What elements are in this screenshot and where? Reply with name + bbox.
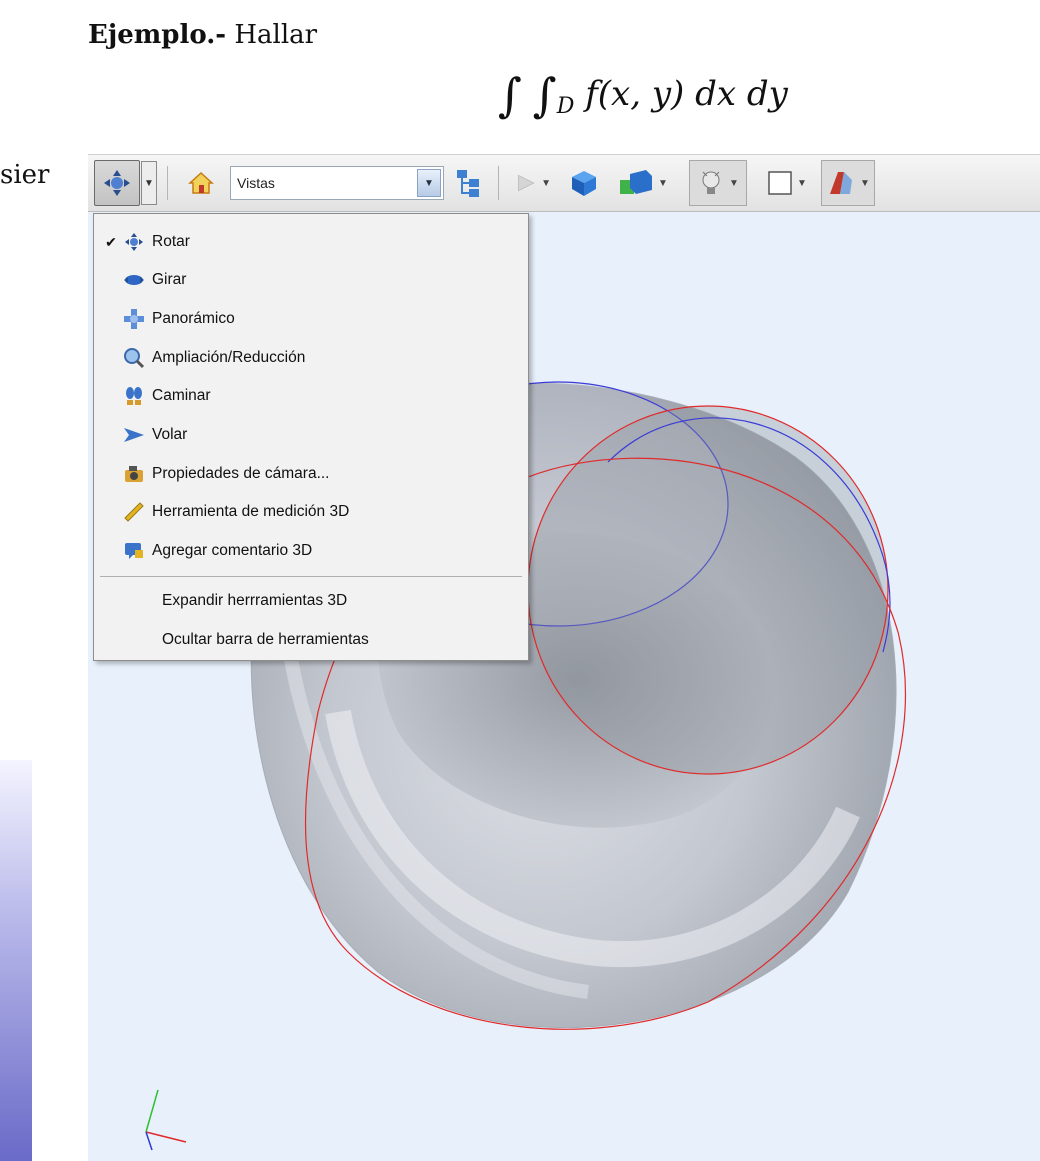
play-button[interactable]: ▼ xyxy=(515,161,551,205)
camera-icon xyxy=(122,462,146,486)
chevron-down-icon: ▼ xyxy=(658,177,668,189)
chevron-down-icon: ▼ xyxy=(729,177,739,189)
rotate-icon xyxy=(122,230,146,254)
menu-item-label: Panorámico xyxy=(152,310,235,327)
example-text: Hallar xyxy=(234,20,318,50)
chevron-down-icon: ▼ xyxy=(797,177,807,189)
menu-item-rotar[interactable]: ✔ Rotar xyxy=(94,226,528,258)
cross-section-icon xyxy=(830,172,853,194)
menu-item-comentario-3d[interactable]: Agregar comentario 3D xyxy=(94,535,528,567)
menu-item-label: Girar xyxy=(152,271,187,288)
parts-icon xyxy=(620,170,653,194)
light-bulb-icon xyxy=(702,171,720,194)
menu-item-label: Rotar xyxy=(152,233,190,250)
home-button[interactable] xyxy=(184,161,218,205)
walk-icon xyxy=(122,384,146,408)
toolbar-separator xyxy=(498,166,499,200)
views-select[interactable]: Vistas ▼ xyxy=(230,166,444,200)
play-icon xyxy=(517,174,535,192)
menu-item-label: Agregar comentario 3D xyxy=(152,542,313,559)
ruler-icon xyxy=(122,500,146,524)
double-integral-formula: ∫ ∫D f(x, y) dx dy xyxy=(498,62,788,122)
menu-item-propiedades-camara[interactable]: Propiedades de cámara... xyxy=(94,458,528,490)
menu-item-label: Caminar xyxy=(152,387,211,404)
render-mode-button[interactable] xyxy=(565,161,603,205)
3d-toolbar: ▼ Vistas ▼ ▼ ▼ ▼ ▼ ▼ xyxy=(88,154,1040,212)
integral-domain: D xyxy=(556,93,575,119)
menu-item-ampliacion[interactable]: Ampliación/Reducción xyxy=(94,342,528,374)
chevron-down-icon: ▼ xyxy=(541,177,551,189)
zoom-icon xyxy=(122,346,146,370)
toolbar-separator xyxy=(167,166,168,200)
menu-item-label: Propiedades de cámara... xyxy=(152,465,330,482)
views-select-value: Vistas xyxy=(237,175,275,191)
rotate-tool-button[interactable] xyxy=(94,160,140,206)
rotate-icon xyxy=(104,170,130,196)
home-icon xyxy=(188,171,214,194)
model-tree-icon xyxy=(457,170,479,197)
color-swatch-icon xyxy=(768,171,792,195)
cube-icon xyxy=(572,171,596,196)
menu-item-girar[interactable]: Girar xyxy=(94,264,528,296)
axes-indicator xyxy=(145,1089,187,1151)
chevron-down-icon: ▼ xyxy=(417,169,441,197)
red-curve-small xyxy=(527,405,889,775)
menu-item-panoramico[interactable]: Panorámico xyxy=(94,303,528,335)
integral-sign-2: ∫ xyxy=(532,68,557,122)
menu-item-label: Volar xyxy=(152,426,188,443)
parts-button[interactable]: ▼ xyxy=(617,161,669,205)
menu-item-label: Ampliación/Reducción xyxy=(152,349,306,366)
model-tree-button[interactable] xyxy=(450,161,488,205)
truncated-text: sier xyxy=(0,160,50,190)
spin-icon xyxy=(122,268,146,292)
menu-item-medicion-3d[interactable]: Herramienta de medición 3D xyxy=(94,496,528,528)
rotate-tool-dropdown[interactable]: ▼ xyxy=(141,161,157,205)
navigation-tools-menu: ✔ Rotar Girar Panorámico Ampliación/Redu… xyxy=(93,213,529,661)
example-label: Ejemplo.- xyxy=(88,20,227,50)
menu-separator xyxy=(100,576,522,577)
lighting-button[interactable]: ▼ xyxy=(689,160,747,206)
side-gradient-strip xyxy=(0,760,32,1161)
menu-item-caminar[interactable]: Caminar xyxy=(94,380,528,412)
comment-icon xyxy=(122,539,146,563)
chevron-down-icon: ▼ xyxy=(860,177,870,189)
menu-item-label: Herramienta de medición 3D xyxy=(152,503,350,520)
background-color-button[interactable]: ▼ xyxy=(761,161,813,205)
check-icon: ✔ xyxy=(105,233,117,250)
cross-section-button[interactable]: ▼ xyxy=(821,160,875,206)
example-heading: Ejemplo.- Hallar xyxy=(88,20,317,50)
menu-item-volar[interactable]: Volar xyxy=(94,419,528,451)
menu-item-ocultar-barra[interactable]: Ocultar barra de herramientas xyxy=(162,631,369,649)
menu-item-expandir[interactable]: Expandir herrramientas 3D xyxy=(162,592,347,610)
pan-icon xyxy=(122,307,146,331)
fly-icon xyxy=(122,423,146,447)
integral-sign-1: ∫ xyxy=(498,68,522,122)
integrand: f(x, y) dx dy xyxy=(585,74,788,114)
